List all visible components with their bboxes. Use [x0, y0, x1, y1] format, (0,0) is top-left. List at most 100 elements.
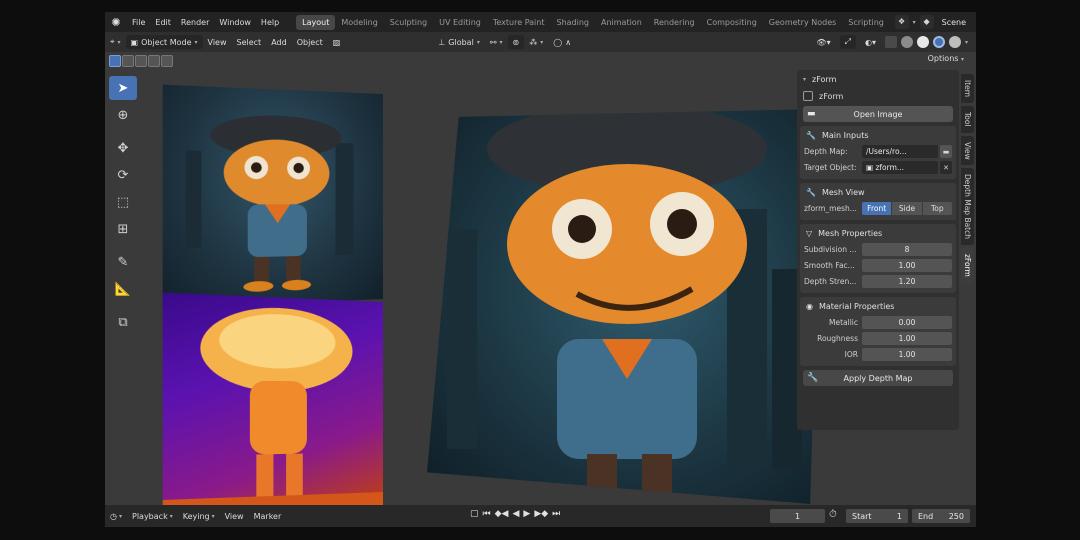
mode-select[interactable]: ▣ Object Mode ▾	[125, 35, 203, 49]
jump-end-icon[interactable]: ⏭	[552, 509, 560, 519]
roughness-input[interactable]: 1.00	[862, 332, 952, 345]
chevron-down-icon[interactable]: ▾	[965, 39, 968, 46]
open-image-button[interactable]: ▬ Open Image	[803, 106, 953, 122]
select-new-icon[interactable]	[109, 55, 121, 67]
ior-input[interactable]: 1.00	[862, 348, 952, 361]
tab-modeling[interactable]: Modeling	[335, 15, 383, 30]
playback-menu[interactable]: Playback ▾	[127, 512, 178, 521]
reference-image-plane[interactable]	[162, 84, 383, 309]
add-cube-tool[interactable]: ⧉	[109, 310, 137, 334]
metallic-input[interactable]: 0.00	[862, 316, 952, 329]
start-frame-input[interactable]: Start 1	[846, 509, 908, 523]
select-invert-icon[interactable]	[148, 55, 160, 67]
menu-file[interactable]: File	[127, 18, 150, 27]
gizmo-icon[interactable]: ⤢	[839, 35, 856, 49]
transform-tool[interactable]: ⊞	[109, 217, 137, 241]
mesh-properties-header[interactable]: ▽ Mesh Properties	[800, 224, 956, 242]
side-tab-depth-map-batch[interactable]: Depth Map Batch	[961, 168, 974, 246]
tab-texture-paint[interactable]: Texture Paint	[487, 15, 551, 30]
image-icon[interactable]: ▨	[328, 35, 346, 49]
rendered-shading-icon[interactable]	[948, 36, 961, 48]
displaced-mesh-plane[interactable]	[427, 109, 822, 504]
mesh-view-header[interactable]: 🔧 Mesh View	[800, 183, 956, 201]
tab-compositing[interactable]: Compositing	[701, 15, 763, 30]
editor-type-button[interactable]: ⌖ ▾	[105, 35, 126, 49]
timeline-editor-type[interactable]: ◷ ▾	[105, 512, 127, 521]
top-view-button[interactable]: Top	[922, 202, 952, 215]
pivot-select[interactable]: ⚯ ▾	[485, 35, 508, 49]
menu-select[interactable]: Select	[232, 35, 267, 49]
side-tab-item[interactable]: Item	[961, 74, 974, 104]
side-tab-view[interactable]: View	[961, 135, 974, 166]
scene-selector[interactable]: ❖ ▾ ◆ Scene	[894, 15, 970, 29]
depth-map-image-plane[interactable]	[162, 292, 383, 518]
tab-shading[interactable]: Shading	[550, 15, 595, 30]
tab-animation[interactable]: Animation	[595, 15, 648, 30]
tab-geometry-nodes[interactable]: Geometry Nodes	[763, 15, 842, 30]
cursor-tool[interactable]: ⊕	[109, 103, 137, 127]
orientation-select[interactable]: ⊥ Global ▾	[433, 35, 485, 49]
smooth-factor-input[interactable]: 1.00	[862, 259, 952, 272]
tab-layout[interactable]: Layout	[296, 14, 336, 30]
blender-logo-icon[interactable]: ✺	[105, 16, 127, 29]
menu-object[interactable]: Object	[292, 35, 328, 49]
jump-start-icon[interactable]: ⏮	[483, 509, 491, 519]
subdivision-input[interactable]: 8	[862, 243, 952, 256]
menu-render[interactable]: Render	[176, 18, 214, 27]
tab-sculpting[interactable]: Sculpting	[384, 15, 433, 30]
front-view-button[interactable]: Front	[862, 202, 892, 215]
panel-header[interactable]: ▾ zForm	[797, 70, 959, 88]
menu-add[interactable]: Add	[266, 35, 292, 49]
menu-help[interactable]: Help	[256, 18, 284, 27]
timeline-view-menu[interactable]: View	[220, 512, 249, 521]
select-extend-icon[interactable]	[122, 55, 134, 67]
overlay-icon[interactable]: ◐▾	[860, 35, 881, 49]
wireframe-shading-icon[interactable]	[900, 36, 913, 48]
play-icon[interactable]: ▶	[523, 509, 530, 519]
move-tool[interactable]: ✥	[109, 136, 137, 160]
select-subtract-icon[interactable]	[135, 55, 147, 67]
options-menu[interactable]: Options ▾	[928, 54, 964, 63]
zform-checkbox[interactable]	[803, 91, 813, 101]
material-properties-header[interactable]: ◉ Material Properties	[800, 297, 956, 315]
end-frame-input[interactable]: End 250	[912, 509, 970, 523]
play-reverse-icon[interactable]: ◀	[512, 509, 519, 519]
next-keyframe-icon[interactable]: ▶◆	[534, 509, 548, 519]
rotate-tool[interactable]: ⟳	[109, 163, 137, 187]
side-tab-zform[interactable]: zForm	[961, 248, 974, 284]
main-inputs-header[interactable]: 🔧 Main Inputs	[800, 126, 956, 144]
depth-strength-input[interactable]: 1.20	[862, 275, 952, 288]
annotate-tool[interactable]: ✎	[109, 250, 137, 274]
menu-view[interactable]: View	[203, 35, 232, 49]
tab-uv-editing[interactable]: UV Editing	[433, 15, 487, 30]
xray-icon[interactable]	[884, 36, 897, 48]
stopwatch-icon[interactable]: ⏱	[829, 509, 837, 520]
snap-toggle[interactable]: ⊚	[507, 35, 525, 49]
current-frame-input[interactable]: 1	[770, 509, 825, 523]
autokey-icon[interactable]: ▢	[470, 509, 479, 519]
proportional-editing-toggle[interactable]: ◯ ∧	[548, 35, 576, 49]
menu-edit[interactable]: Edit	[150, 18, 176, 27]
material-shading-icon[interactable]	[932, 36, 945, 48]
tab-rendering[interactable]: Rendering	[648, 15, 701, 30]
file-browse-icon[interactable]: ▬	[940, 145, 952, 158]
depth-map-path-input[interactable]: /Users/ro...	[862, 145, 938, 158]
prev-keyframe-icon[interactable]: ◆◀	[495, 509, 509, 519]
keying-menu[interactable]: Keying ▾	[178, 512, 220, 521]
side-tab-tool[interactable]: Tool	[961, 106, 974, 133]
scene-name[interactable]: Scene	[938, 18, 970, 27]
scale-tool[interactable]: ⬚	[109, 190, 137, 214]
side-view-button[interactable]: Side	[892, 202, 922, 215]
solid-shading-icon[interactable]	[916, 36, 929, 48]
marker-menu[interactable]: Marker	[249, 512, 287, 521]
snap-target-select[interactable]: ⁂ ▾	[524, 35, 548, 49]
measure-tool[interactable]: 📐	[109, 277, 137, 301]
select-intersect-icon[interactable]	[161, 55, 173, 67]
tab-scripting[interactable]: Scripting	[842, 15, 890, 30]
clear-icon[interactable]: ✕	[940, 161, 952, 174]
apply-depth-map-button[interactable]: 🔧 Apply Depth Map	[803, 370, 953, 386]
select-box-tool[interactable]: ➤	[109, 76, 137, 100]
target-object-input[interactable]: ▣ zform...	[862, 161, 938, 174]
visibility-icon[interactable]: 👁▾	[811, 35, 835, 49]
menu-window[interactable]: Window	[214, 18, 256, 27]
